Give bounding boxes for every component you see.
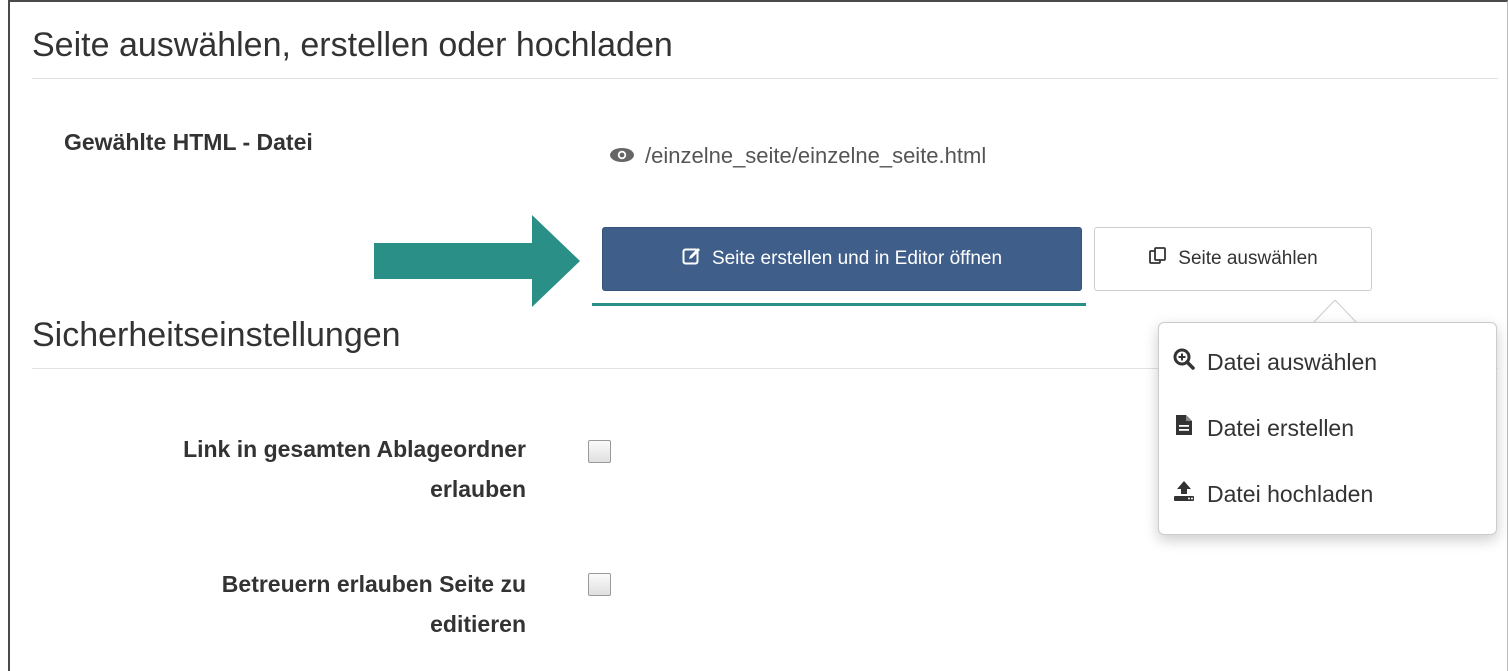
- select-page-label: Seite auswählen: [1178, 248, 1318, 269]
- allow-link-checkbox[interactable]: [588, 440, 611, 463]
- file-icon: [1173, 414, 1195, 442]
- dropdown-item-select-file[interactable]: Datei auswählen: [1173, 348, 1377, 376]
- section-title-page-select: Seite auswählen, erstellen oder hochlade…: [32, 26, 673, 64]
- eye-icon: [609, 143, 635, 169]
- dropdown-item-upload-file[interactable]: Datei hochladen: [1173, 480, 1373, 508]
- divider: [32, 78, 1498, 79]
- dropdown-item-create-file[interactable]: Datei erstellen: [1173, 414, 1354, 442]
- popover-caret: [1313, 300, 1357, 324]
- annotation-underline: [592, 303, 1086, 306]
- create-and-open-editor-label: Seite erstellen und in Editor öffnen: [711, 248, 1003, 269]
- selected-file-path-text: /einzelne_seite/einzelne_seite.html: [645, 143, 987, 168]
- allow-editors-label: Betreuern erlauben Seite zu editieren: [30, 564, 526, 644]
- annotation-arrow-icon: [374, 215, 580, 307]
- select-page-button[interactable]: Seite auswählen: [1094, 227, 1372, 291]
- selected-file-path[interactable]: /einzelne_seite/einzelne_seite.html: [609, 143, 986, 169]
- allow-editors-label-line2: editieren: [430, 611, 526, 637]
- dropdown-item-label: Datei erstellen: [1207, 414, 1355, 441]
- allow-link-label: Link in gesamten Ablageordner erlauben: [30, 429, 526, 509]
- allow-editors-checkbox[interactable]: [588, 573, 611, 596]
- copy-icon: [1148, 246, 1168, 272]
- upload-icon: [1173, 480, 1195, 508]
- create-and-open-editor-button[interactable]: Seite erstellen und in Editor öffnen: [602, 227, 1082, 291]
- selected-file-label: Gewählte HTML - Datei: [64, 129, 313, 155]
- search-plus-icon: [1173, 348, 1195, 376]
- allow-editors-label-line1: Betreuern erlauben Seite zu: [221, 571, 526, 597]
- section-title-security: Sicherheitseinstellungen: [32, 316, 401, 354]
- edit-icon: [682, 246, 702, 272]
- dropdown-item-label: Datei hochladen: [1207, 480, 1374, 507]
- allow-link-label-line2: erlauben: [430, 476, 526, 502]
- dropdown-item-label: Datei auswählen: [1207, 348, 1378, 375]
- allow-link-label-line1: Link in gesamten Ablageordner: [183, 436, 526, 462]
